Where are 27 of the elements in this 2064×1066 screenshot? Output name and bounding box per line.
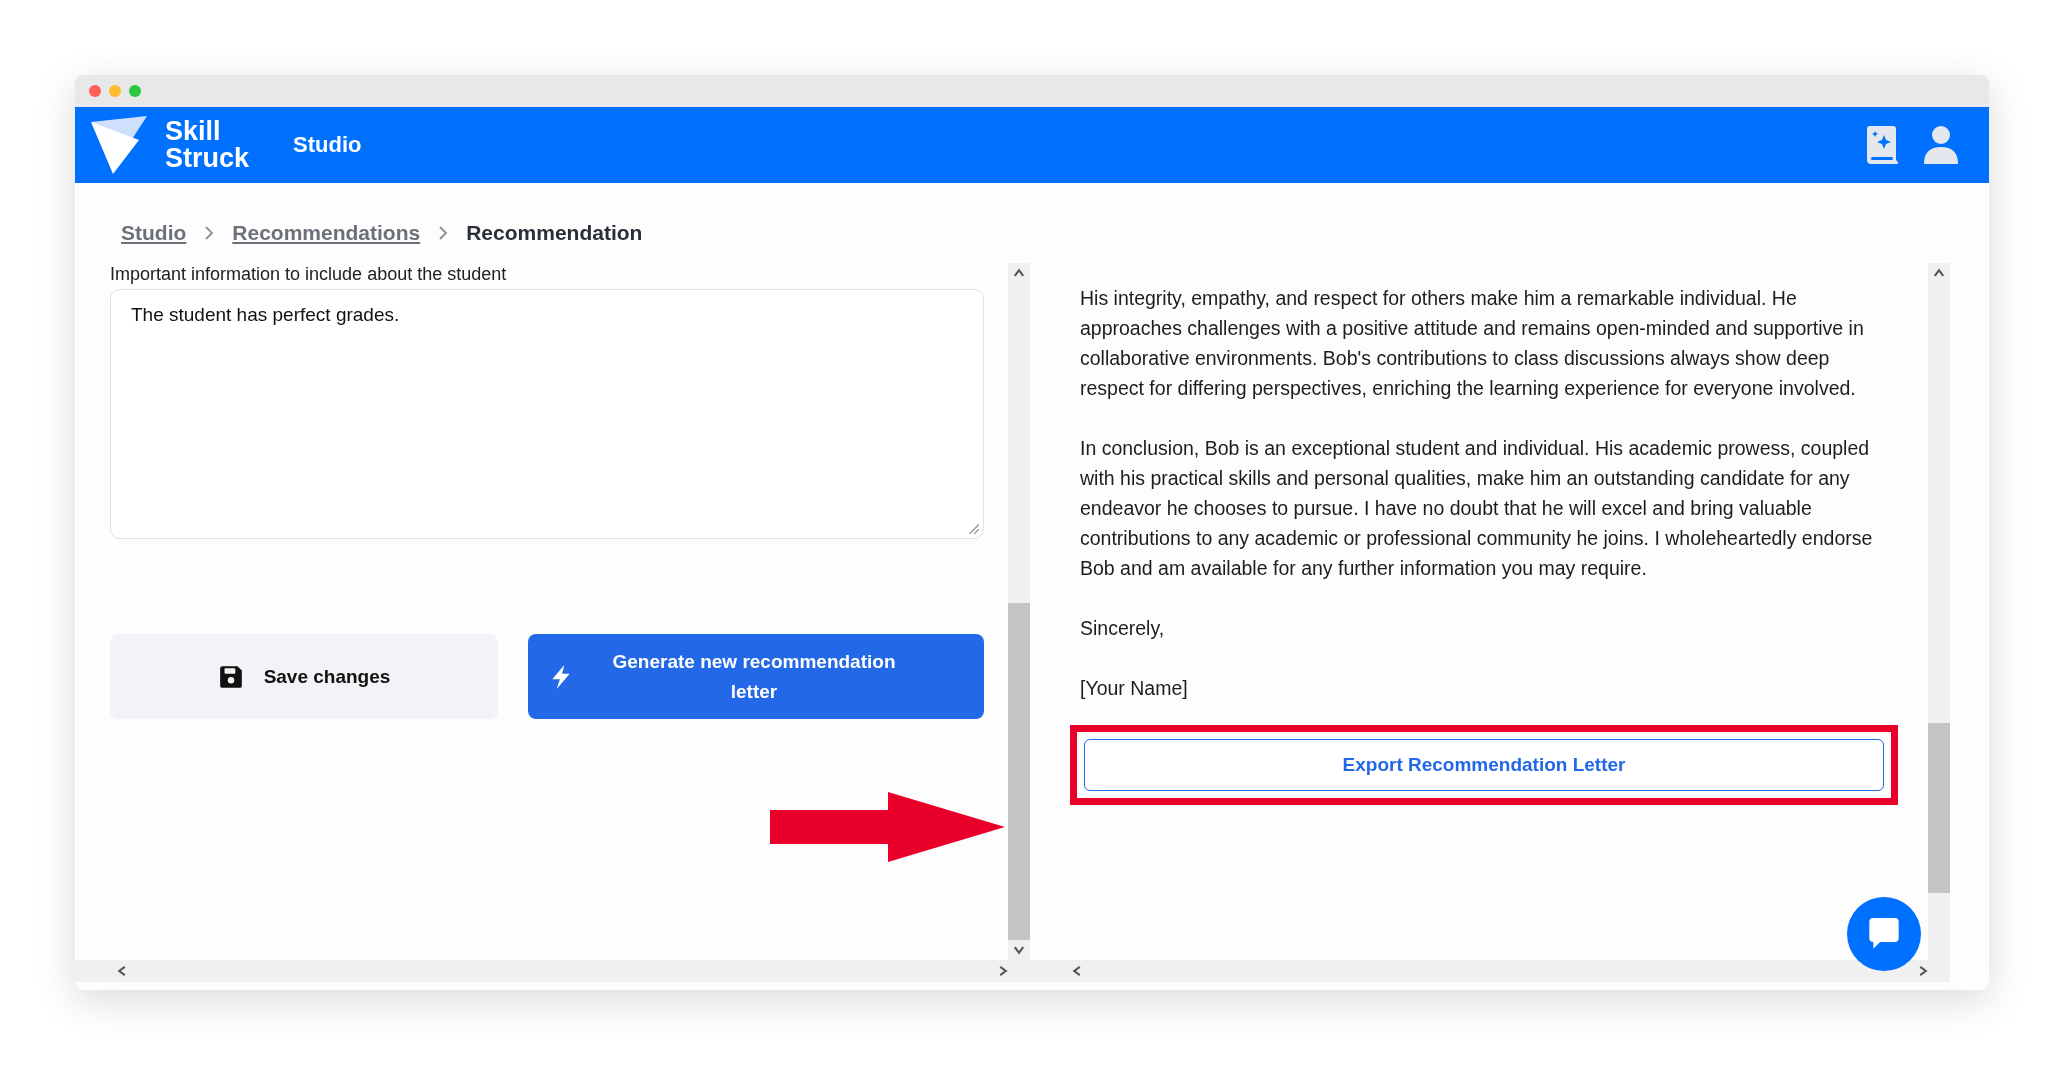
- header-title[interactable]: Studio: [293, 132, 362, 158]
- logo-text: Skill Struck: [165, 118, 250, 172]
- breadcrumb-link[interactable]: Studio: [121, 221, 187, 245]
- close-icon[interactable]: [89, 85, 101, 97]
- vertical-scrollbar[interactable]: [1008, 263, 1030, 960]
- zoom-icon[interactable]: [129, 85, 141, 97]
- generate-button[interactable]: Generate new recommendation letter: [528, 634, 984, 719]
- chevron-right-icon: [204, 225, 215, 241]
- scroll-thumb[interactable]: [1928, 723, 1950, 893]
- export-button[interactable]: Export Recommendation Letter: [1084, 739, 1884, 791]
- letter-paragraph: Sincerely,: [1080, 616, 1166, 641]
- letter-paragraph: In conclusion, Bob is an exceptional student and individual. His academic prowess, coupled with his practical skills and personal qualities, make him an outstanding candidate for any endeavor he chooses to pursue. I have no doubt that he will excel and bring valuable contributions to any academic or professional community he joins. I wholeheartedly endorse Bob and am available for any further information you may require.: [1080, 436, 1874, 581]
- resize-grip-icon[interactable]: [966, 521, 980, 535]
- field-label: Important information to include about the student: [110, 263, 508, 285]
- vertical-scrollbar[interactable]: [1928, 263, 1950, 960]
- breadcrumb-link[interactable]: Recommendations: [232, 221, 421, 245]
- save-button[interactable]: Save changes: [110, 634, 498, 719]
- arrow-icon: [770, 792, 1005, 862]
- scroll-thumb[interactable]: [1008, 603, 1030, 940]
- letter-paragraph: [Your Name]: [1080, 676, 1189, 701]
- paper-plane-logo-icon: [89, 114, 149, 176]
- letter-paragraph: His integrity, empathy, and respect for others make him a remarkable individual. He approaches challenges with a positive attitude and remains open-minded and supportive in collaborative environments. Bob's contributions to class discussions always show deep respect for differing perspectives, enriching the learning experience for everyone involved.: [1080, 286, 1865, 401]
- text-area[interactable]: The student has perfect grades.: [110, 289, 984, 539]
- chevron-right-icon: [438, 225, 449, 241]
- user-icon[interactable]: [1923, 125, 1959, 165]
- horizontal-scrollbar[interactable]: [1030, 960, 1950, 982]
- breadcrumb-current: Recommendation: [466, 221, 643, 245]
